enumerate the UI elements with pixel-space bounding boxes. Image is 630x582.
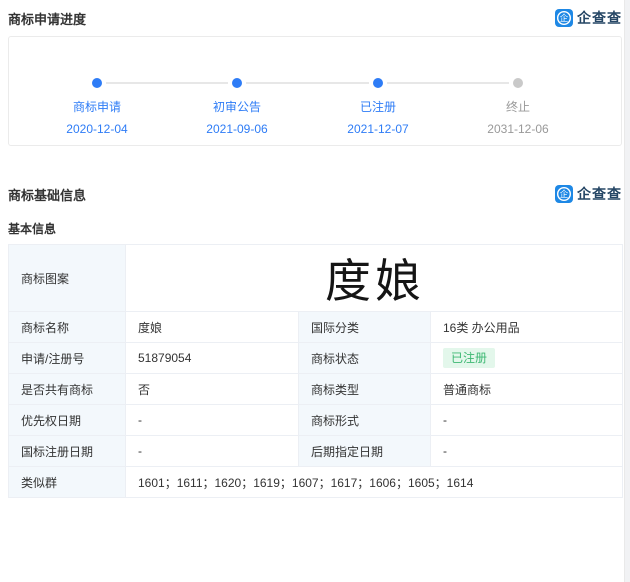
table-row: 是否共有商标 否 商标类型 普通商标 <box>8 373 623 405</box>
field-value: 度娘 <box>125 311 299 343</box>
field-value: 16类 办公用品 <box>430 311 623 343</box>
field-label: 商标图案 <box>8 244 126 312</box>
timeline-step-label: 商标申请 <box>72 100 121 114</box>
timeline-step-termination: 终止 2031-12-06 <box>453 78 583 136</box>
qichacha-logo: 企 企查查 <box>555 8 622 28</box>
progress-timeline-box: 商标申请 2020-12-04 初审公告 2021-09-06 已注册 2021… <box>8 36 622 146</box>
qichacha-logo-icon: 企 <box>555 185 573 203</box>
progress-section-header: 商标申请进度 企 企查查 <box>8 6 622 30</box>
basic-info-subtitle: 基本信息 <box>8 222 57 236</box>
basic-info-section-title: 商标基础信息 <box>8 187 87 203</box>
basic-info-section-header: 商标基础信息 企 企查查 <box>8 182 622 206</box>
timeline-dot <box>232 78 242 88</box>
qichacha-logo-text: 企查查 <box>577 186 622 202</box>
timeline-step-apply: 商标申请 2020-12-04 <box>32 78 162 136</box>
progress-section-title: 商标申请进度 <box>8 11 87 27</box>
field-value: - <box>430 435 623 467</box>
table-row: 国标注册日期 - 后期指定日期 - <box>8 435 623 467</box>
trademark-image-cell: 度娘 <box>125 244 623 312</box>
qichacha-logo-text: 企查查 <box>577 10 622 26</box>
field-value: 普通商标 <box>430 373 623 405</box>
field-label: 申请/注册号 <box>8 342 126 374</box>
trademark-info-table: 商标图案 度娘 商标名称 度娘 国际分类 16类 办公用品 申请/注册号 518… <box>8 244 623 498</box>
field-value: - <box>125 435 299 467</box>
field-label: 是否共有商标 <box>8 373 126 405</box>
field-label: 商标类型 <box>298 373 431 405</box>
timeline-step-registered: 已注册 2021-12-07 <box>313 78 443 136</box>
timeline-step-date: 2021-12-07 <box>347 122 409 136</box>
table-row: 申请/注册号 51879054 商标状态 已注册 <box>8 342 623 374</box>
field-label: 优先权日期 <box>8 404 126 436</box>
table-row: 商标图案 度娘 <box>8 244 623 312</box>
timeline-step-date: 2020-12-04 <box>66 122 128 136</box>
field-label: 商标名称 <box>8 311 126 343</box>
vertical-scrollbar[interactable] <box>624 0 630 582</box>
field-value: 否 <box>125 373 299 405</box>
field-label: 国际分类 <box>298 311 431 343</box>
field-value: 1601；1611；1620；1619；1607；1617；1606；1605；… <box>125 466 623 498</box>
timeline-dot <box>373 78 383 88</box>
table-row: 商标名称 度娘 国际分类 16类 办公用品 <box>8 311 623 343</box>
field-label: 商标状态 <box>298 342 431 374</box>
table-row: 优先权日期 - 商标形式 - <box>8 404 623 436</box>
svg-text:企: 企 <box>560 13 569 23</box>
timeline-step-date: 2021-09-06 <box>206 122 268 136</box>
qichacha-logo: 企 企查查 <box>555 184 622 204</box>
timeline-step-preliminary: 初审公告 2021-09-06 <box>172 78 302 136</box>
timeline-step-label: 终止 <box>505 100 530 114</box>
timeline-dot <box>513 78 523 88</box>
field-label: 国标注册日期 <box>8 435 126 467</box>
timeline-step-label: 已注册 <box>359 100 396 114</box>
field-value: - <box>125 404 299 436</box>
timeline-step-date: 2031-12-06 <box>487 122 549 136</box>
field-label: 类似群 <box>8 466 126 498</box>
field-value: 已注册 <box>430 342 623 374</box>
field-label: 后期指定日期 <box>298 435 431 467</box>
field-value: 51879054 <box>125 342 299 374</box>
trademark-page: 商标申请进度 企 企查查 商标申请 2020-12-04 初审公告 2021-0… <box>0 0 630 582</box>
trademark-image: 度娘 <box>325 254 425 308</box>
timeline-step-label: 初审公告 <box>212 100 261 114</box>
timeline-dot <box>92 78 102 88</box>
table-row: 类似群 1601；1611；1620；1619；1607；1617；1606；1… <box>8 466 623 498</box>
field-label: 商标形式 <box>298 404 431 436</box>
status-badge: 已注册 <box>443 348 496 368</box>
svg-text:企: 企 <box>560 189 569 199</box>
qichacha-logo-icon: 企 <box>555 9 573 27</box>
field-value: - <box>430 404 623 436</box>
